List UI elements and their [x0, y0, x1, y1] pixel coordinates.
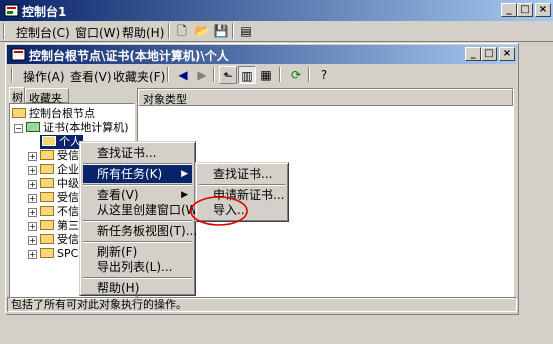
- tree-item[interactable]: + 不信: [28, 205, 79, 219]
- folder-icon: [40, 178, 54, 188]
- tree-item-root[interactable]: 控制台根节点: [12, 107, 95, 121]
- folder-icon: [42, 136, 56, 146]
- grip: [3, 23, 5, 39]
- folder-icon: [40, 192, 54, 202]
- maximize-button[interactable]: □: [517, 3, 533, 17]
- toolbar-separator: [167, 67, 169, 82]
- up-level-icon[interactable]: ⬑: [219, 66, 237, 84]
- menu-item-help[interactable]: 帮助(H): [83, 279, 192, 297]
- tab-favorites[interactable]: 收藏夹: [25, 88, 69, 105]
- show-tree-icon[interactable]: ▥: [238, 66, 256, 84]
- tree-item[interactable]: + 第三: [28, 219, 79, 233]
- tree-item[interactable]: + 受信: [28, 191, 79, 205]
- window-titlebar[interactable]: 控制台1 _ □ ×: [0, 0, 553, 21]
- child-title: 控制台根节点\证书(本地计算机)\个人: [29, 49, 229, 63]
- child-titlebar[interactable]: 控制台根节点\证书(本地计算机)\个人 _ □ ×: [7, 45, 517, 64]
- refresh-icon[interactable]: ⟳: [287, 66, 305, 84]
- menu-console[interactable]: 控制台(C): [16, 24, 70, 41]
- tree-item[interactable]: + 中级: [28, 177, 79, 191]
- menu-window[interactable]: 窗口(W): [75, 24, 120, 41]
- tree-item[interactable]: + 受信: [28, 149, 79, 163]
- tree-item[interactable]: + 受信: [28, 233, 79, 247]
- context-menu: 查找证书... 所有任务(K) ▶ 查看(V) ▶ 从这里创建窗口(W) 新任务…: [79, 141, 202, 297]
- save-icon[interactable]: 💾: [212, 22, 230, 40]
- tree-item-personal[interactable]: 个人: [40, 135, 83, 149]
- child-maximize-button[interactable]: □: [481, 47, 497, 61]
- folder-icon: [40, 206, 54, 216]
- toolbar-separator: [308, 67, 310, 82]
- console-tree-icon: [11, 48, 26, 61]
- menu-favorites[interactable]: 收藏夹(F): [113, 68, 165, 85]
- child-minimize-button[interactable]: _: [465, 47, 481, 61]
- folder-icon: [40, 220, 54, 230]
- folder-icon: [12, 108, 26, 118]
- tree-item-certificates[interactable]: − 证书(本地计算机): [14, 121, 129, 135]
- column-header-object-type[interactable]: 对象类型: [138, 89, 513, 106]
- status-bar: 包括了所有可对此对象执行的操作。: [7, 297, 517, 312]
- open-folder-icon[interactable]: 📂: [193, 22, 211, 40]
- window-title: 控制台1: [22, 5, 67, 19]
- collapse-icon[interactable]: −: [14, 124, 23, 133]
- toolbar-separator: [168, 23, 170, 39]
- back-arrow-icon[interactable]: ◀: [174, 66, 192, 84]
- folder-icon: [40, 248, 54, 258]
- folder-icon: [40, 150, 54, 160]
- menu-item-new-taskpad-view[interactable]: 新任务板视图(T)...: [83, 222, 197, 240]
- folder-icon: [40, 234, 54, 244]
- submenu-arrow-icon: ▶: [181, 169, 188, 179]
- new-document-icon[interactable]: 🗋: [173, 22, 191, 40]
- help-icon[interactable]: ?: [315, 66, 333, 84]
- menu-item-all-tasks[interactable]: 所有任务(K) ▶: [83, 165, 192, 183]
- child-close-button[interactable]: ×: [499, 47, 515, 61]
- menu-action[interactable]: 操作(A): [23, 68, 65, 85]
- menu-item-new-window-from-here[interactable]: 从这里创建窗口(W): [83, 201, 202, 219]
- grip: [11, 67, 13, 82]
- certificate-store-icon: [26, 122, 40, 132]
- folder-icon: [40, 164, 54, 174]
- submenu-item-find-certificates[interactable]: 查找证书...: [199, 165, 285, 183]
- console-app-icon: [4, 4, 19, 17]
- menu-item-export-list[interactable]: 导出列表(L)...: [83, 258, 192, 276]
- main-menubar: 控制台(C) 窗口(W) 帮助(H) 🗋 📂 💾 ▤: [0, 21, 553, 41]
- divider: [0, 41, 553, 42]
- tab-tree[interactable]: 树: [9, 87, 25, 104]
- action-toolbar: 操作(A) 查看(V) 收藏夹(F) ◀ ▶ ⬑ ▥ ▦ ⟳ ?: [7, 64, 517, 85]
- toolbar-separator: [213, 67, 215, 82]
- toolbar-separator: [279, 67, 281, 82]
- export-list-icon[interactable]: ▦: [257, 66, 275, 84]
- tree-item[interactable]: + 企业: [28, 163, 79, 177]
- menu-help[interactable]: 帮助(H): [122, 24, 164, 41]
- tree-item[interactable]: + SPC: [28, 247, 78, 261]
- new-window-icon[interactable]: ▤: [237, 22, 255, 40]
- minimize-button[interactable]: _: [501, 3, 517, 17]
- menu-item-find-certificates[interactable]: 查找证书...: [83, 144, 192, 162]
- annotation-ellipse: [190, 196, 248, 226]
- toolbar-separator: [232, 23, 234, 39]
- menu-view[interactable]: 查看(V): [70, 68, 112, 85]
- close-button[interactable]: ×: [535, 3, 551, 17]
- forward-arrow-icon[interactable]: ▶: [193, 66, 211, 84]
